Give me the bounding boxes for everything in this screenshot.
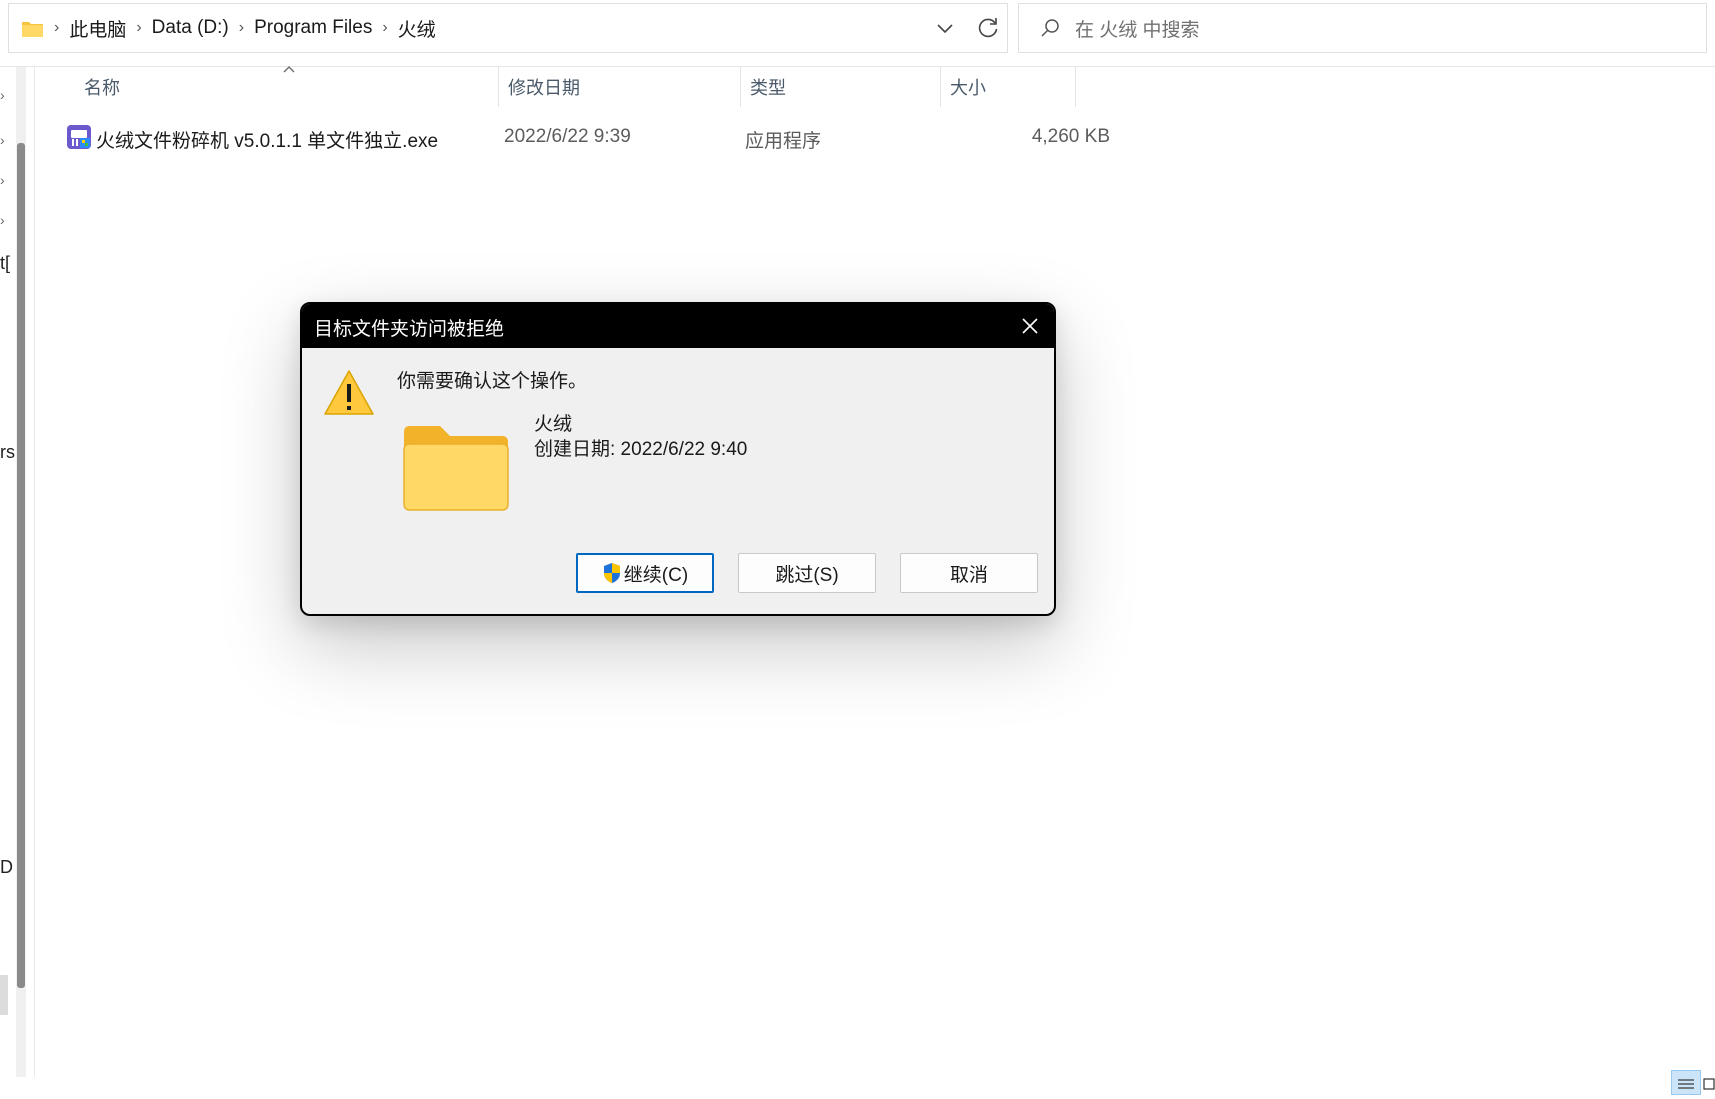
- skip-button[interactable]: 跳过(S): [738, 553, 876, 593]
- breadcrumb-this-pc[interactable]: 此电脑: [69, 15, 126, 42]
- access-denied-dialog: 目标文件夹访问被拒绝 你需要确认这个操作。 火绒 创建日期: 2022/6/22…: [300, 302, 1056, 616]
- dialog-titlebar[interactable]: 目标文件夹访问被拒绝: [302, 304, 1054, 348]
- chevron-right-icon[interactable]: ›: [0, 132, 5, 148]
- nav-selected-item[interactable]: [0, 975, 8, 1015]
- close-icon[interactable]: [1020, 316, 1040, 336]
- chevron-right-icon[interactable]: ›: [136, 19, 141, 37]
- chevron-right-icon: ›: [54, 19, 60, 36]
- pane-divider[interactable]: [34, 67, 35, 1077]
- breadcrumb-huorong[interactable]: 火绒: [398, 15, 436, 42]
- warning-icon: [324, 370, 374, 415]
- nav-item-fragment[interactable]: t[: [0, 253, 10, 274]
- uac-shield-icon: [603, 563, 620, 583]
- folder-created-date: 创建日期: 2022/6/22 9:40: [534, 439, 748, 460]
- tiles-view-icon: [1703, 1078, 1715, 1090]
- dialog-message: 你需要确认这个操作。: [397, 371, 588, 392]
- details-view-icon: [1678, 1079, 1694, 1089]
- file-modified: 2022/6/22 9:39: [504, 126, 631, 147]
- file-row[interactable]: 火绒文件粉碎机 v5.0.1.1 单文件独立.exe 2022/6/22 9:3…: [62, 120, 1110, 158]
- column-header-size[interactable]: 大小: [941, 67, 1076, 107]
- nav-item-fragment[interactable]: D: [0, 857, 13, 878]
- address-bar[interactable]: › 此电脑 › Data (D:) › Program Files › 火绒: [8, 3, 1008, 53]
- chevron-down-icon[interactable]: [933, 16, 957, 40]
- search-placeholder: 在 火绒 中搜索: [1075, 19, 1200, 41]
- search-box[interactable]: 在 火绒 中搜索: [1018, 3, 1707, 53]
- folder-icon: [403, 426, 509, 511]
- chevron-right-icon[interactable]: ›: [382, 19, 387, 37]
- chevron-right-icon[interactable]: ›: [239, 19, 244, 37]
- nav-item-fragment[interactable]: rs: [0, 442, 15, 463]
- cancel-label: 取消: [949, 564, 988, 586]
- continue-label: 继续(C): [623, 564, 689, 586]
- folder-name: 火绒: [534, 414, 573, 435]
- chevron-right-icon[interactable]: ›: [0, 87, 5, 103]
- file-name: 火绒文件粉碎机 v5.0.1.1 单文件独立.exe: [96, 131, 439, 152]
- cancel-button[interactable]: 取消: [900, 553, 1038, 593]
- details-view-button[interactable]: [1671, 1070, 1701, 1095]
- breadcrumb-program-files[interactable]: Program Files: [254, 17, 372, 39]
- nav-scrollbar-thumb[interactable]: [17, 143, 25, 988]
- chevron-right-icon[interactable]: ›: [0, 172, 5, 188]
- column-header-modified[interactable]: 修改日期: [499, 67, 741, 107]
- column-header-type[interactable]: 类型: [741, 67, 941, 107]
- breadcrumb: › 此电脑 › Data (D:) › Program Files › 火绒: [50, 15, 436, 42]
- column-header-name[interactable]: 名称: [74, 67, 499, 107]
- app-exe-icon: [67, 125, 91, 149]
- dialog-title: 目标文件夹访问被拒绝: [314, 319, 505, 340]
- chevron-right-icon[interactable]: ›: [0, 212, 5, 228]
- refresh-icon[interactable]: [975, 15, 1001, 41]
- skip-label: 跳过(S): [775, 564, 839, 586]
- search-icon: [1041, 19, 1059, 37]
- folder-icon: [22, 21, 43, 37]
- tiles-view-button[interactable]: [1703, 1070, 1715, 1095]
- file-size: 4,260 KB: [1031, 126, 1110, 147]
- continue-button[interactable]: 继续(C): [576, 553, 714, 593]
- file-type: 应用程序: [745, 131, 822, 152]
- breadcrumb-data-drive[interactable]: Data (D:): [152, 17, 229, 39]
